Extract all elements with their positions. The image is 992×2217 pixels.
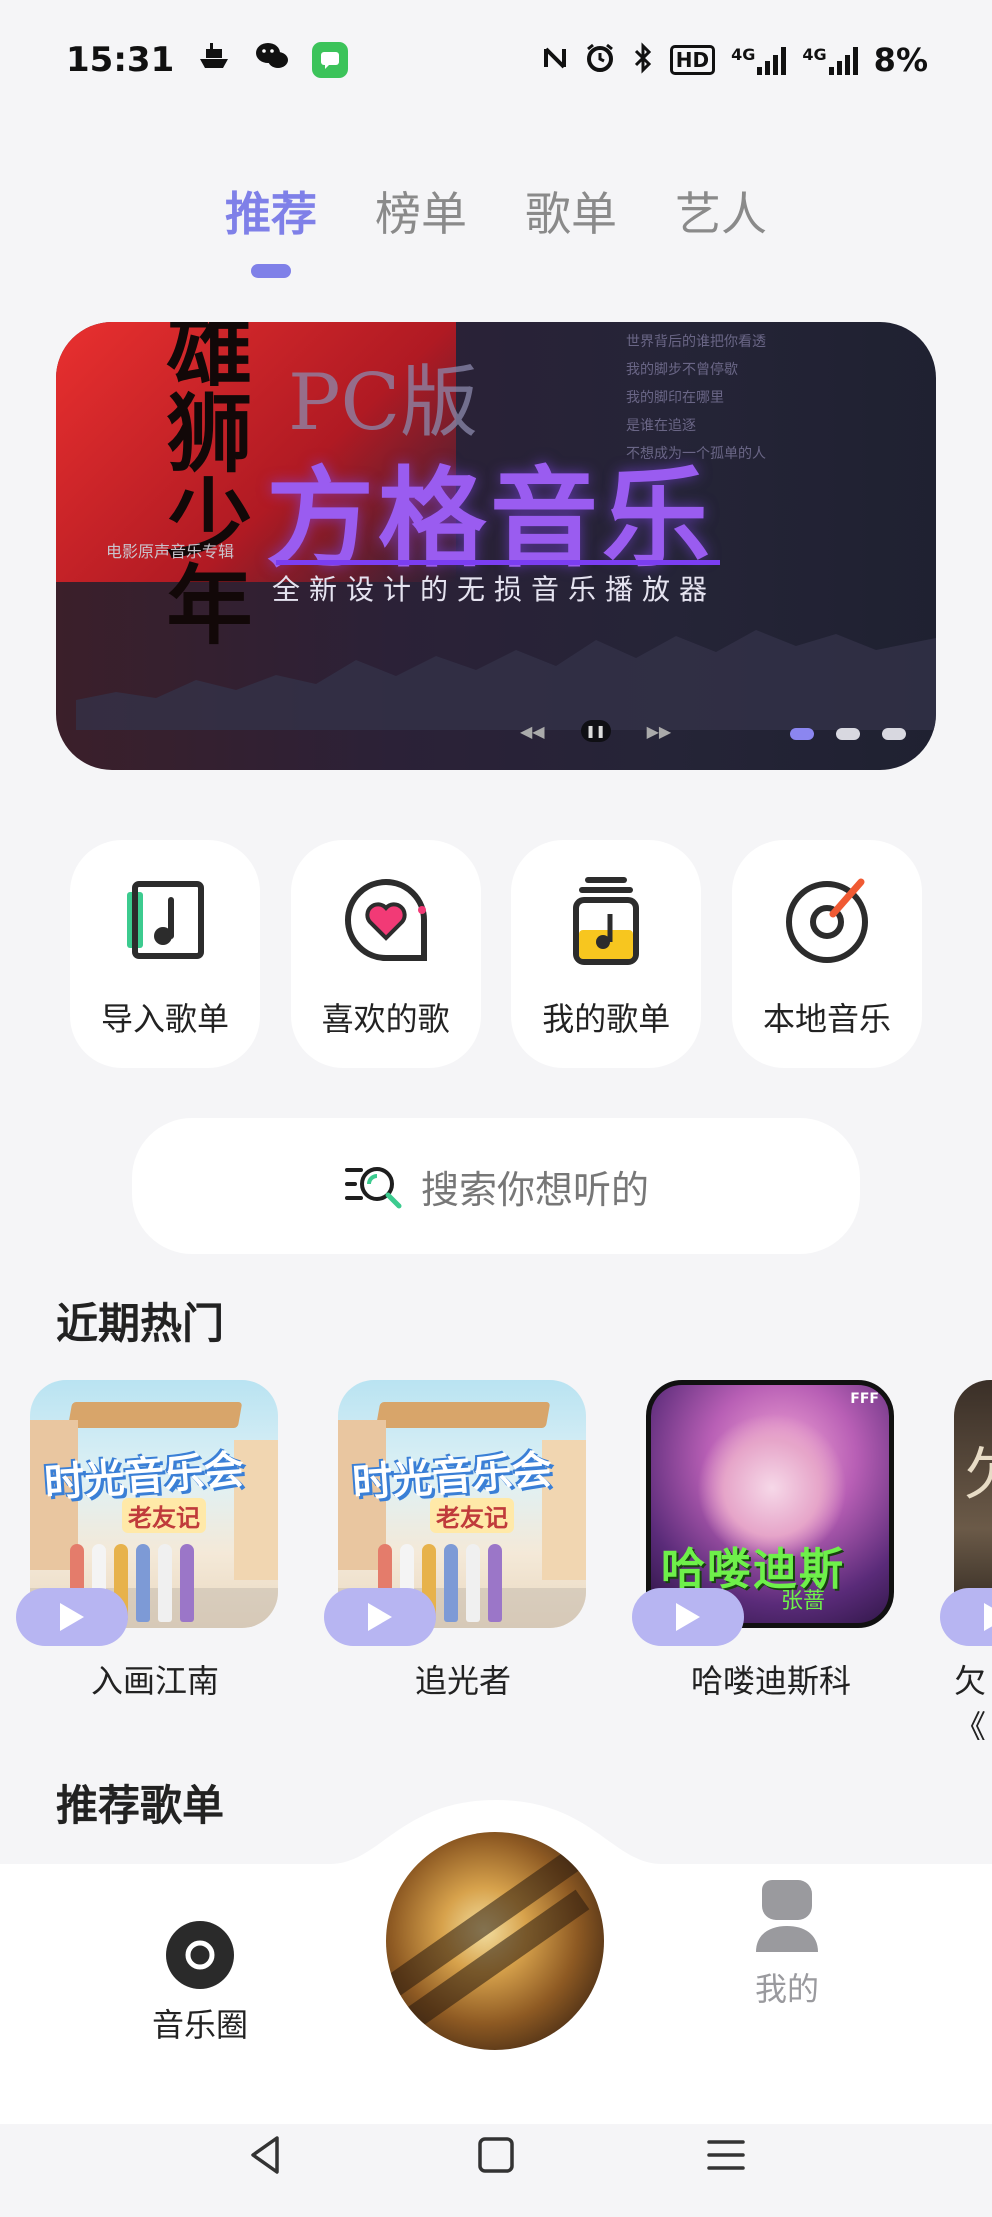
banner-underline (276, 560, 720, 565)
wechat-icon (254, 41, 290, 79)
search-icon (344, 1167, 402, 1209)
play-icon (368, 1603, 392, 1631)
nav-music-circle[interactable]: 音乐圈 (152, 1920, 248, 2046)
user-icon (756, 1880, 818, 1952)
play-button[interactable] (16, 1588, 128, 1646)
home-icon[interactable] (471, 2130, 521, 2180)
quick-actions: 导入歌单 喜欢的歌 我的歌单 本地音乐 (70, 840, 922, 1068)
cover-badge-art: FFF (850, 1391, 879, 1407)
hot-song-name: 入画江南 (90, 1662, 219, 1700)
status-left: 15:31 (66, 40, 349, 80)
hot-songs-carousel: 时光音乐会 老友记 入画江南 时光音乐会 老友记 追光者 FFF 哈喽迪斯科 张… (0, 1380, 992, 1740)
import-playlist-label: 导入歌单 (100, 1000, 229, 1038)
network-label-2: 4G (802, 45, 827, 64)
import-playlist-icon (127, 881, 204, 959)
next-icon: ▶▶ (646, 721, 672, 741)
promo-banner[interactable]: 雄狮少年 电影原声音乐专辑 世界背后的谁把你看透 我的脚步不曾停歇 我的脚印在哪… (56, 322, 936, 770)
play-button[interactable] (940, 1588, 992, 1646)
signal-4g-icon-1: 4G (731, 45, 787, 75)
back-icon[interactable] (241, 2130, 291, 2180)
banner-dot[interactable] (836, 728, 860, 740)
search-placeholder: 搜索你想听的 (420, 1167, 649, 1212)
banner-subtitle: 全新设计的无损音乐播放器 (272, 573, 717, 606)
system-navigation (0, 2110, 992, 2200)
hot-song-card[interactable]: 时光音乐会 老友记 追光者 (324, 1380, 588, 1702)
hot-song-card[interactable]: 时光音乐会 老友记 入画江南 (16, 1380, 280, 1702)
hot-song-card[interactable]: FFF 哈喽迪斯科 张蔷 哈喽迪斯科 (632, 1380, 896, 1702)
music-circle-icon (166, 1921, 234, 1989)
my-playlist-icon (573, 877, 640, 965)
my-playlist-button[interactable]: 我的歌单 (511, 840, 702, 1068)
previous-icon: ◀◀ (520, 721, 545, 741)
cover-title-art: 欠 (964, 1443, 992, 1508)
hot-song-name: 哈喽迪斯科 (690, 1662, 851, 1700)
banner-lyric-line: 我的脚印在哪里 (626, 390, 724, 406)
recents-icon[interactable] (701, 2130, 751, 2180)
banner-lyric-line: 我的脚步不曾停歇 (626, 362, 738, 378)
play-icon (984, 1603, 992, 1631)
hot-section-title: 近期热门 (56, 1299, 225, 1348)
play-icon (60, 1603, 84, 1631)
import-playlist-button[interactable]: 导入歌单 (70, 840, 260, 1068)
banner-dot[interactable] (882, 728, 906, 740)
banner-player-controls: ◀◀ ❚❚ ▶▶ (520, 720, 671, 742)
messages-app-icon (312, 42, 349, 78)
hot-song-name: 欠 (954, 1662, 987, 1700)
cover-subtitle-art: 老友记 (430, 1498, 514, 1533)
heart-chat-icon (344, 878, 427, 961)
play-icon (676, 1603, 700, 1631)
hot-song-name: 追光者 (414, 1662, 511, 1700)
cover-subtitle-art: 老友记 (122, 1498, 206, 1533)
ship-app-icon (196, 41, 232, 79)
signal-4g-icon-2: 4G (802, 45, 858, 75)
my-playlist-label: 我的歌单 (542, 1000, 671, 1038)
tab-playlists[interactable]: 歌单 (525, 178, 617, 278)
nav-mine[interactable]: 我的 (752, 1874, 822, 2010)
tab-charts[interactable]: 榜单 (375, 178, 467, 278)
cover-subtitle-art: 张蔷 (781, 1589, 826, 1614)
search-bar[interactable]: 搜索你想听的 (132, 1118, 860, 1254)
banner-lyric-line: 世界背后的谁把你看透 (626, 334, 766, 350)
banner-pagination (790, 728, 906, 740)
pause-icon: ❚❚ (580, 720, 611, 742)
hot-song-subline: 《 (954, 1708, 987, 1740)
liked-songs-button[interactable]: 喜欢的歌 (290, 840, 481, 1068)
nfc-icon (542, 43, 568, 77)
play-button[interactable] (324, 1588, 436, 1646)
nav-mine-label: 我的 (754, 1970, 819, 2008)
nav-music-circle-label: 音乐圈 (152, 2006, 249, 2044)
banner-dot[interactable] (790, 728, 814, 740)
battery-level: 8% (873, 41, 928, 79)
now-playing-disc[interactable] (386, 1832, 604, 2050)
status-time: 15:31 (66, 40, 175, 80)
tab-artists[interactable]: 艺人 (675, 178, 767, 278)
play-button[interactable] (632, 1588, 744, 1646)
status-right: HD 4G 4G 8% (542, 41, 928, 79)
banner-album-caption: 电影原声音乐专辑 (106, 542, 235, 561)
hd-icon: HD (669, 45, 716, 75)
hd-label: HD (669, 45, 716, 75)
status-bar: 15:31 HD 4G 4G 8% (0, 0, 992, 120)
bluetooth-icon (632, 42, 654, 78)
alarm-icon (584, 42, 616, 78)
network-label-1: 4G (731, 45, 756, 64)
liked-songs-label: 喜欢的歌 (321, 1000, 450, 1038)
tab-recommend[interactable]: 推荐 (225, 178, 317, 278)
local-music-label: 本地音乐 (762, 1000, 891, 1038)
vinyl-disc-icon (785, 878, 868, 963)
top-tabs: 推荐 榜单 歌单 艺人 (0, 178, 992, 278)
local-music-button[interactable]: 本地音乐 (731, 840, 922, 1068)
hot-song-card[interactable]: 欠 欠 《 (940, 1380, 992, 1740)
